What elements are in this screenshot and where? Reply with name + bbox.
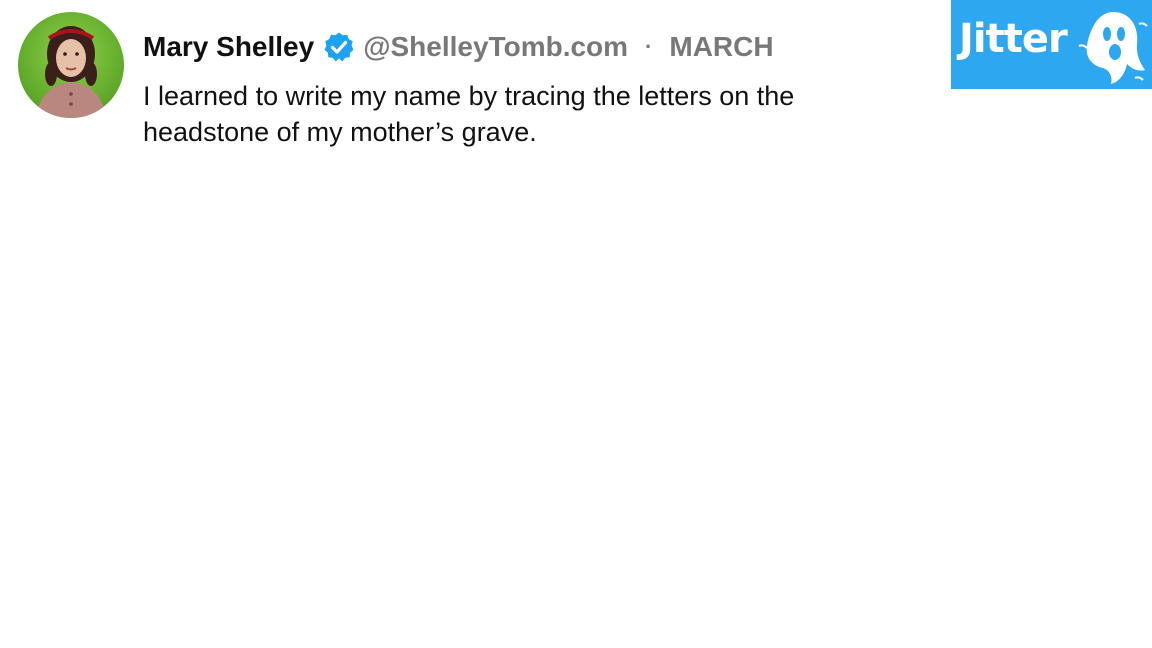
author-handle[interactable]: @ShelleyTomb.com xyxy=(363,31,628,63)
brand-logo[interactable]: Jitter xyxy=(951,0,1152,89)
post-text: I learned to write my name by tracing th… xyxy=(143,81,795,147)
logo-wordmark: Jitter xyxy=(959,16,1068,62)
verified-check-icon xyxy=(323,31,355,63)
separator-dot: · xyxy=(645,34,653,59)
post-header: Mary Shelley @ShelleyTomb.com · MARCH xyxy=(143,28,774,66)
author-avatar[interactable] xyxy=(18,12,124,118)
author-name[interactable]: Mary Shelley xyxy=(143,31,314,63)
ghost-icon xyxy=(1078,12,1148,84)
avatar-image xyxy=(18,12,124,118)
post-date[interactable]: MARCH xyxy=(669,31,773,63)
